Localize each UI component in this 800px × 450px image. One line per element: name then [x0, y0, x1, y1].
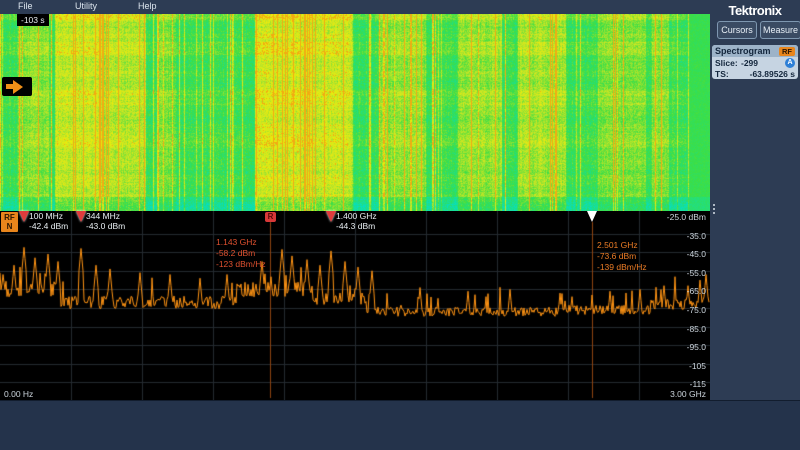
rf-normal-trace-badge[interactable]: RF N: [1, 212, 18, 232]
y-axis-label: -95.0: [687, 342, 706, 352]
brand-logo: Tektronix: [710, 3, 800, 18]
marker-readout: 100 MHz-42.4 dBm: [29, 211, 68, 231]
ts-value: -63.89526 s: [750, 69, 795, 79]
x-axis-start-label: 0.00 Hz: [4, 389, 33, 399]
spectrogram-view[interactable]: -103 s: [0, 14, 710, 211]
bottom-bar: RF -25.0 dBm 10.0 dB/div Horizontal CF:1…: [0, 400, 800, 450]
cursor-readout: 2.501 GHz-73.6 dBm-139 dBm/Hz: [597, 240, 647, 273]
y-axis-label: -115: [690, 379, 706, 389]
slice-arrow-icon: [6, 84, 13, 89]
spectrogram-time-label: -103 s: [17, 14, 49, 26]
menu-item-help[interactable]: Help: [138, 1, 157, 11]
slice-value: -299: [741, 58, 758, 68]
y-axis-label: -25.0 dBm: [667, 212, 706, 222]
cursor-readout: 1.143 GHz-58.2 dBm-123 dBm/Hz: [216, 237, 266, 270]
cursor-marker[interactable]: [587, 211, 597, 222]
measure-button[interactable]: Measure: [760, 21, 800, 39]
menu-bar: File Utility Help: [0, 0, 710, 14]
menu-item-file[interactable]: File: [18, 1, 33, 11]
spectrogram-canvas[interactable]: [0, 14, 710, 211]
menu-item-utility[interactable]: Utility: [75, 1, 97, 11]
y-axis-label: -65.0: [687, 286, 706, 296]
rf-badge: RF: [779, 47, 795, 56]
y-axis-label: -55.0: [687, 268, 706, 278]
y-axis-label: -105: [689, 361, 706, 371]
slice-position-marker[interactable]: [2, 77, 32, 96]
right-sidebar: Tektronix Cursors Measure Spectrogram RF…: [710, 0, 800, 400]
y-axis-label: -85.0: [687, 324, 706, 334]
cursors-button[interactable]: Cursors: [717, 21, 757, 39]
peak-marker[interactable]: 100 MHz-42.4 dBm: [19, 211, 29, 222]
peak-marker[interactable]: 1.400 GHz-44.3 dBm: [326, 211, 336, 222]
peak-marker[interactable]: 344 MHz-43.0 dBm: [76, 211, 86, 222]
slice-label: Slice:: [715, 58, 741, 68]
spectrogram-panel-title: Spectrogram: [715, 46, 771, 56]
oscilloscope-app: File Utility Help Tektronix Cursors Measur…: [0, 0, 800, 450]
panel-drag-handle-icon[interactable]: [711, 202, 717, 216]
y-axis-label: -45.0: [687, 249, 706, 259]
cursor-a-icon: A: [785, 58, 795, 68]
marker-readout: 1.400 GHz-44.3 dBm: [336, 211, 377, 231]
spectrum-view[interactable]: RF N 0.00 Hz 3.00 GHz -25.0 dBm -35.0 -45.…: [0, 211, 710, 400]
reference-marker[interactable]: R: [265, 212, 276, 222]
y-axis-label: -35.0: [687, 231, 706, 241]
marker-readout: 344 MHz-43.0 dBm: [86, 211, 125, 231]
spectrogram-info-panel[interactable]: Spectrogram RF Slice: -299 A TS: -63.895…: [712, 45, 798, 79]
y-axis-label: -75.0: [687, 305, 706, 315]
ts-label: TS:: [715, 69, 741, 79]
x-axis-end-label: 3.00 GHz: [670, 389, 706, 399]
